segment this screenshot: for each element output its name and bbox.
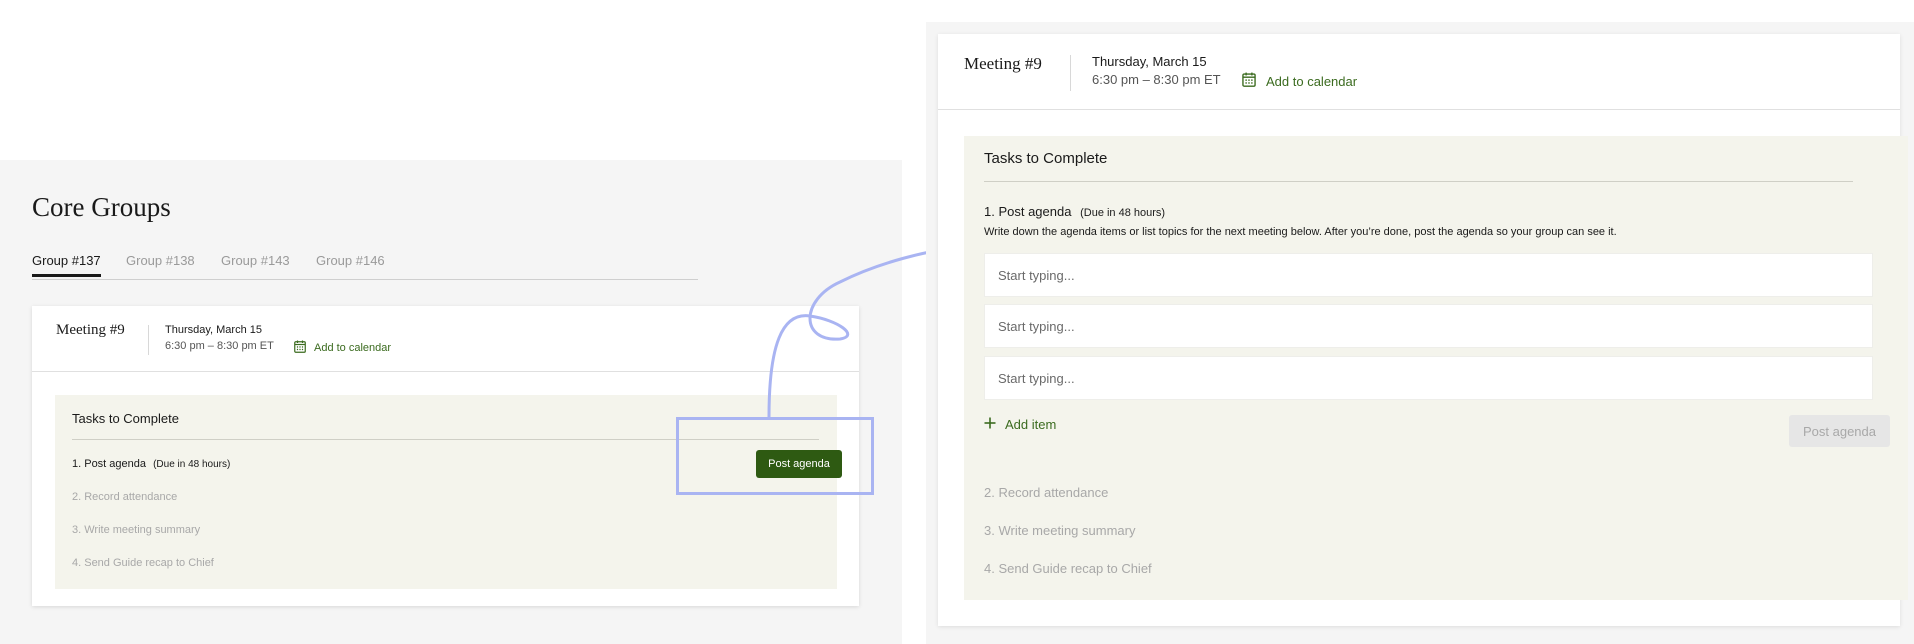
meeting-date: Thursday, March 15 <box>165 324 263 336</box>
task-due: (Due in 48 hours) <box>1080 207 1166 219</box>
task-due: (Due in 48 hours) <box>153 459 231 470</box>
agenda-item-input-3[interactable]: Start typing... <box>984 356 1873 400</box>
tasks-heading: Tasks to Complete <box>72 411 179 426</box>
meeting-header: Meeting #9 Thursday, March 15 6:30 pm – … <box>938 34 1900 110</box>
meeting-date: Thursday, March 15 <box>1092 54 1207 69</box>
task-send-recap: 4. Send Guide recap to Chief <box>72 557 214 569</box>
group-tabs: Group #137 Group #138 Group #143 Group #… <box>32 253 698 280</box>
task-post-agenda: 1. Post agenda (Due in 48 hours) <box>984 204 1165 219</box>
add-to-calendar-label: Add to calendar <box>314 342 392 354</box>
task-label: 1. Post agenda <box>72 458 147 470</box>
page-title: Core Groups <box>32 192 171 222</box>
add-to-calendar-link[interactable]: Add to calendar <box>294 340 391 356</box>
meeting-header: Meeting #9 Thursday, March 15 6:30 pm – … <box>32 306 859 372</box>
add-item-button[interactable]: Add item <box>984 417 1056 432</box>
task-write-summary: 3. Write meeting summary <box>984 523 1136 538</box>
task-label: 1. Post agenda <box>984 204 1072 219</box>
task-write-summary: 3. Write meeting summary <box>72 524 201 536</box>
tasks-divider <box>984 181 1853 182</box>
header-divider <box>1070 55 1071 91</box>
meeting-title: Meeting #9 <box>964 54 1042 73</box>
core-groups-panel: Core Groups Group #137 Group #138 Group … <box>0 160 902 644</box>
task-send-recap: 4. Send Guide recap to Chief <box>984 561 1152 576</box>
tab-group-138[interactable]: Group #138 <box>126 253 195 276</box>
meeting-card-expanded: Meeting #9 Thursday, March 15 6:30 pm – … <box>938 34 1908 626</box>
plus-icon <box>984 417 996 432</box>
tab-group-143[interactable]: Group #143 <box>221 253 290 276</box>
highlight-box <box>676 417 874 495</box>
task-post-agenda[interactable]: 1. Post agenda (Due in 48 hours) <box>72 458 230 470</box>
meeting-time: 6:30 pm – 8:30 pm ET <box>165 340 274 352</box>
calendar-icon <box>294 340 306 356</box>
header-divider <box>148 325 149 355</box>
add-to-calendar-label: Add to calendar <box>1266 73 1358 89</box>
add-to-calendar-link[interactable]: Add to calendar <box>1242 72 1357 90</box>
agenda-item-input-2[interactable]: Start typing... <box>984 304 1873 348</box>
post-agenda-button[interactable]: Post agenda <box>1789 415 1890 447</box>
agenda-item-input-1[interactable]: Start typing... <box>984 253 1873 297</box>
meeting-time: 6:30 pm – 8:30 pm ET <box>1092 72 1221 87</box>
task-record-attendance: 2. Record attendance <box>984 485 1109 500</box>
add-item-label: Add item <box>1005 417 1057 432</box>
tasks-heading: Tasks to Complete <box>984 150 1108 167</box>
calendar-icon <box>1242 72 1256 90</box>
task-description: Write down the agenda items or list topi… <box>984 226 1617 238</box>
tab-group-137[interactable]: Group #137 <box>32 253 101 277</box>
tasks-panel: Tasks to Complete 1. Post agenda (Due in… <box>964 136 1908 600</box>
task-record-attendance: 2. Record attendance <box>72 491 178 503</box>
expanded-panel: Meeting #9 Thursday, March 15 6:30 pm – … <box>926 22 1914 644</box>
tab-group-146[interactable]: Group #146 <box>316 253 385 276</box>
meeting-title: Meeting #9 <box>56 322 125 338</box>
